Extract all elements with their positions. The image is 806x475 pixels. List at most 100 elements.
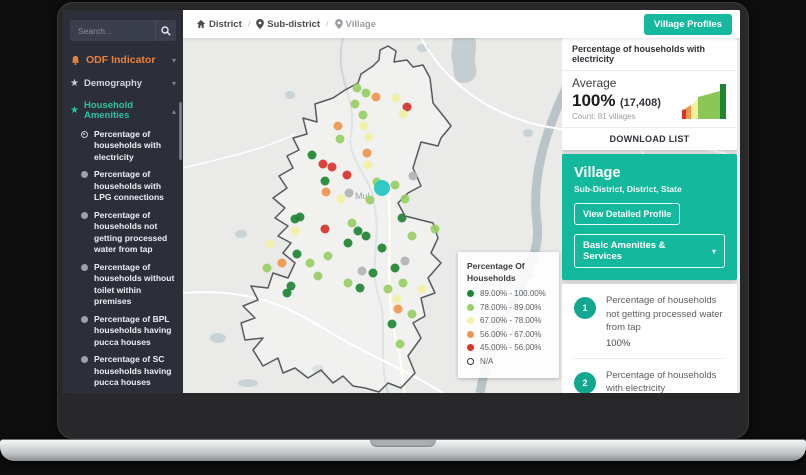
- village-dot[interactable]: [343, 278, 353, 288]
- village-dot[interactable]: [371, 92, 381, 102]
- village-dot[interactable]: [400, 256, 410, 266]
- amenity-item-label: Percentage of households with LPG connec…: [94, 169, 164, 203]
- amenities-dropdown[interactable]: Basic Amenities & Services ▾: [574, 234, 725, 268]
- average-value: 100%: [572, 91, 616, 110]
- sidebar-section-demography[interactable]: ★ Demography ▾: [63, 73, 183, 95]
- village-dot[interactable]: [292, 249, 302, 259]
- village-dot[interactable]: [262, 263, 272, 273]
- sidebar-section-odf-indicator[interactable]: ODF Indicator ▾: [63, 49, 183, 73]
- chevron-down-icon: ▾: [711, 246, 716, 256]
- download-list-button[interactable]: DOWNLOAD LIST: [562, 127, 737, 150]
- breadcrumb: District / Sub-district / Village: [196, 19, 644, 30]
- village-dot[interactable]: [347, 218, 357, 228]
- village-dot[interactable]: [417, 284, 427, 294]
- district-boundary: [240, 45, 452, 393]
- village-dot[interactable]: [352, 83, 362, 93]
- village-dot[interactable]: [307, 150, 317, 160]
- village-dot[interactable]: [333, 121, 343, 131]
- chevron-down-icon: ▾: [171, 56, 176, 66]
- legend-entry-label: N/A: [480, 356, 494, 366]
- laptop-mockup: ODF Indicator ▾ ★ Demography ▾ ★ Househo…: [0, 0, 806, 475]
- village-dot[interactable]: [359, 121, 369, 131]
- breadcrumb-label: Village: [345, 18, 376, 30]
- village-dot[interactable]: [277, 258, 287, 268]
- village-dot[interactable]: [350, 99, 360, 109]
- search-button[interactable]: [155, 20, 176, 41]
- village-dot[interactable]: [358, 110, 368, 120]
- village-dot[interactable]: [327, 162, 337, 172]
- village-dot[interactable]: [313, 271, 323, 281]
- sidebar-amenity-item[interactable]: Percentage of households not getting pro…: [81, 210, 177, 256]
- village-dot[interactable]: [344, 188, 354, 198]
- village-dot[interactable]: [390, 180, 400, 190]
- sidebar-amenity-item[interactable]: Percentage of households with electricit…: [81, 129, 177, 164]
- bullet-icon: [81, 315, 88, 323]
- village-dot[interactable]: [398, 278, 408, 288]
- village-dot[interactable]: [343, 238, 353, 248]
- village-profiles-button[interactable]: Village Profiles: [644, 13, 732, 35]
- village-dot[interactable]: [353, 226, 363, 236]
- village-dot[interactable]: [321, 187, 331, 197]
- village-dot[interactable]: [320, 224, 330, 234]
- village-dot[interactable]: [362, 148, 372, 158]
- sidebar-amenity-item[interactable]: Percentage of SC households having pucca…: [81, 354, 177, 389]
- home-icon: [196, 19, 206, 29]
- sidebar-amenity-item[interactable]: Percentage of households with LPG connec…: [81, 169, 177, 204]
- stats-card: Percentage of households with electricit…: [562, 38, 737, 150]
- village-dot[interactable]: [408, 171, 418, 181]
- village-dot[interactable]: [361, 88, 371, 98]
- village-dot[interactable]: [407, 309, 417, 319]
- sidebar-section-label: Demography: [83, 77, 143, 89]
- village-dot[interactable]: [318, 159, 328, 169]
- village-dot[interactable]: [364, 132, 374, 142]
- village-dot[interactable]: [397, 213, 407, 223]
- village-dot[interactable]: [286, 281, 296, 291]
- village-dot[interactable]: [305, 258, 315, 268]
- legend-color-dot: [467, 303, 474, 311]
- sidebar-amenity-item[interactable]: Percentage of households without toilet …: [81, 262, 177, 308]
- lake: [451, 38, 477, 84]
- village-dot[interactable]: [355, 283, 365, 293]
- village-dot[interactable]: [430, 224, 440, 234]
- right-panel: Percentage of households with electricit…: [562, 38, 737, 393]
- village-dot[interactable]: [290, 214, 300, 224]
- selected-village-dot[interactable]: [374, 180, 390, 196]
- village-dot[interactable]: [395, 339, 405, 349]
- village-dot[interactable]: [377, 243, 387, 253]
- app-window: ODF Indicator ▾ ★ Demography ▾ ★ Househo…: [63, 10, 740, 393]
- village-dot[interactable]: [383, 284, 393, 294]
- village-dot[interactable]: [398, 109, 408, 119]
- village-dot[interactable]: [363, 160, 373, 170]
- village-dot[interactable]: [365, 195, 375, 205]
- village-dot[interactable]: [390, 263, 400, 273]
- amenity-item-label: Percentage of households without toilet …: [94, 261, 175, 307]
- village-dot[interactable]: [392, 294, 402, 304]
- village-dot[interactable]: [335, 134, 345, 144]
- topbar: District / Sub-district / Village Villag…: [183, 10, 740, 38]
- sidebar-section-household-amenities[interactable]: ★ Household Amenities ▴: [63, 95, 183, 128]
- breadcrumb-label: Sub-district: [267, 18, 321, 30]
- village-dot[interactable]: [393, 304, 403, 314]
- village-dot[interactable]: [323, 251, 333, 261]
- village-dot[interactable]: [342, 170, 352, 180]
- village-dot[interactable]: [320, 176, 330, 186]
- breadcrumb-sub-district[interactable]: Sub-district: [256, 19, 320, 30]
- village-dot[interactable]: [387, 319, 397, 329]
- sidebar-scrollbar[interactable]: [179, 102, 182, 160]
- village-dot[interactable]: [400, 194, 410, 204]
- bullet-icon: [81, 211, 88, 219]
- village-dot[interactable]: [336, 194, 346, 204]
- view-detailed-profile-button[interactable]: View Detailed Profile: [574, 203, 681, 225]
- bullet-icon: [81, 356, 88, 364]
- breadcrumb-district[interactable]: District: [196, 19, 242, 30]
- village-dot[interactable]: [265, 239, 275, 249]
- village-dot[interactable]: [368, 268, 378, 278]
- village-dot[interactable]: [407, 231, 417, 241]
- village-dot[interactable]: [290, 226, 300, 236]
- stats-card-title: Percentage of households with electricit…: [562, 38, 737, 71]
- sidebar-amenity-item[interactable]: Percentage of BPL households having pucc…: [81, 314, 177, 349]
- village-dot[interactable]: [357, 266, 367, 276]
- village-dot[interactable]: [391, 93, 401, 103]
- breadcrumb-separator: /: [326, 19, 329, 29]
- village-dot[interactable]: [361, 231, 371, 241]
